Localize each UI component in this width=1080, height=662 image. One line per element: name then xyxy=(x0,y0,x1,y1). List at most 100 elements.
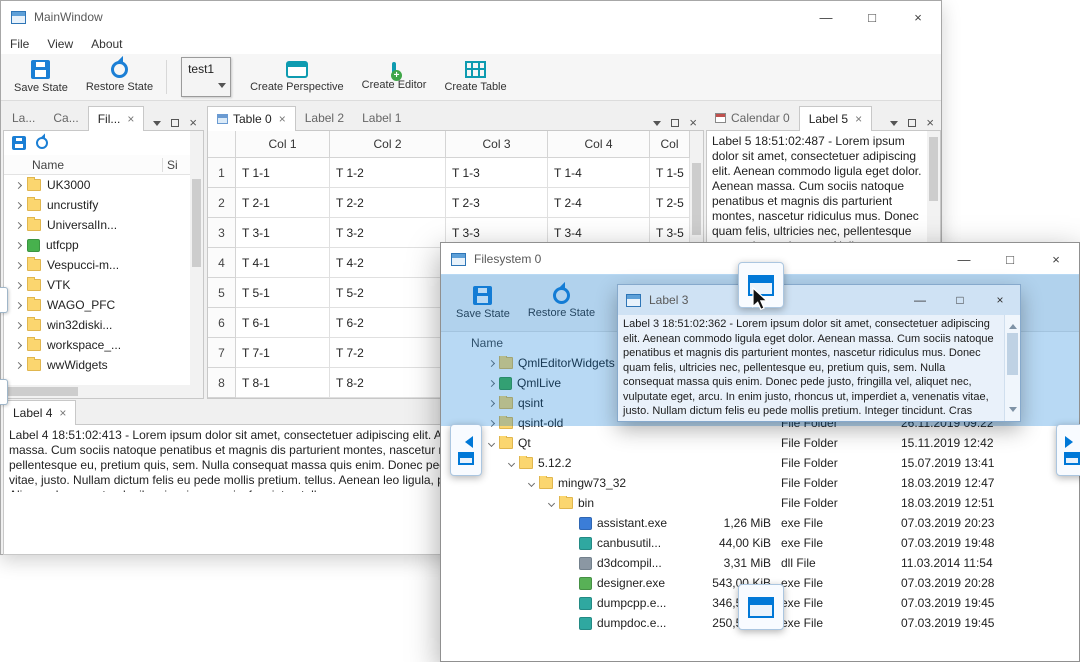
scrollbar-thumb[interactable] xyxy=(192,179,201,267)
perspective-combo[interactable]: test1 xyxy=(181,57,232,97)
table-cell[interactable]: T 8-1 xyxy=(236,368,330,398)
column-header[interactable]: Col 4 xyxy=(548,131,650,158)
row-header-cell[interactable]: 8 xyxy=(208,368,236,398)
undock-icon[interactable] xyxy=(671,118,680,127)
label3-titlebar[interactable]: Label 3 — □ × xyxy=(618,285,1020,315)
create-perspective-button[interactable]: Create Perspective xyxy=(241,55,353,99)
undock-icon[interactable] xyxy=(908,118,917,127)
expand-chevron-icon[interactable] xyxy=(547,499,556,507)
restore-state-button[interactable]: Restore State xyxy=(77,55,162,99)
save-state-button[interactable]: Save State xyxy=(5,55,77,99)
create-table-button[interactable]: Create Table xyxy=(435,55,515,99)
file-row[interactable]: d3dcompil... 3,31 MiB dll File 11.03.201… xyxy=(441,553,1079,573)
table-cell[interactable]: T 3-1 xyxy=(236,218,330,248)
horizontal-scrollbar[interactable] xyxy=(4,385,190,398)
row-header-cell[interactable]: 1 xyxy=(208,158,236,188)
tree-item[interactable]: wwWidgets xyxy=(4,355,190,375)
file-row[interactable]: canbusutil... 44,00 KiB exe File 07.03.2… xyxy=(441,533,1079,553)
table-cell[interactable]: T 2-4 xyxy=(548,188,650,218)
menu-item-about[interactable]: About xyxy=(82,37,131,51)
auto-hide-indicator[interactable] xyxy=(0,379,8,405)
scrollbar-thumb[interactable] xyxy=(1007,333,1018,375)
column-header[interactable]: Col 2 xyxy=(330,131,446,158)
tab-close-icon[interactable]: × xyxy=(279,112,286,126)
chevron-right-icon[interactable] xyxy=(14,201,23,209)
size-column-header[interactable]: Si xyxy=(162,157,190,172)
close-button[interactable]: × xyxy=(980,285,1020,315)
close-button[interactable]: × xyxy=(1033,243,1079,275)
tree-item[interactable]: WAGO_PFC xyxy=(4,295,190,315)
table-cell[interactable]: T 4-1 xyxy=(236,248,330,278)
maximize-button[interactable]: □ xyxy=(940,285,980,315)
tab-close-icon[interactable]: × xyxy=(127,112,134,126)
scrollbar-thumb[interactable] xyxy=(6,387,78,396)
tree-item[interactable]: utfcpp xyxy=(4,235,190,255)
tree-item[interactable]: workspace_... xyxy=(4,335,190,355)
tab-label1[interactable]: Label 1 xyxy=(353,106,410,130)
tab-label2[interactable]: Label 2 xyxy=(296,106,353,130)
row-header-cell[interactable]: 4 xyxy=(208,248,236,278)
table-cell[interactable]: T 8-2 xyxy=(330,368,446,398)
dock-menu-icon[interactable] xyxy=(153,120,162,130)
create-editor-button[interactable]: + Create Editor xyxy=(353,55,436,99)
chevron-right-icon[interactable] xyxy=(14,341,23,349)
dock-menu-icon[interactable] xyxy=(890,120,899,130)
row-header-cell[interactable]: 6 xyxy=(208,308,236,338)
tree-item[interactable]: UniversalIn... xyxy=(4,215,190,235)
dock-bottom-indicator[interactable] xyxy=(738,584,784,630)
dock-menu-icon[interactable] xyxy=(653,120,662,130)
table-cell[interactable]: T 3-2 xyxy=(330,218,446,248)
chevron-right-icon[interactable] xyxy=(14,221,23,229)
table-cell[interactable]: T 2-1 xyxy=(236,188,330,218)
tree-item[interactable]: win32diski... xyxy=(4,315,190,335)
table-cell[interactable]: T 1-1 xyxy=(236,158,330,188)
column-header[interactable]: Col 3 xyxy=(446,131,548,158)
table-cell[interactable]: T 1-5 xyxy=(650,158,690,188)
dock-right-indicator[interactable] xyxy=(1056,424,1080,476)
main-titlebar[interactable]: MainWindow — □ × xyxy=(1,1,941,33)
chevron-right-icon[interactable] xyxy=(14,261,23,269)
table-cell[interactable]: T 2-2 xyxy=(330,188,446,218)
close-button[interactable]: × xyxy=(895,1,941,33)
tree-item[interactable]: UK3000 xyxy=(4,175,190,195)
table-cell[interactable]: T 1-4 xyxy=(548,158,650,188)
menu-item-view[interactable]: View xyxy=(38,37,82,51)
chevron-right-icon[interactable] xyxy=(14,321,23,329)
minimize-button[interactable]: — xyxy=(941,243,987,275)
auto-hide-indicator[interactable] xyxy=(0,287,8,313)
row-header-cell[interactable]: 3 xyxy=(208,218,236,248)
restore-icon[interactable] xyxy=(36,137,48,149)
file-row[interactable]: mingw73_32 File Folder 18.03.2019 12:47 xyxy=(441,473,1079,493)
dock-left-indicator[interactable] xyxy=(450,424,482,476)
scroll-up-icon[interactable] xyxy=(1009,320,1017,329)
tab-label-dock[interactable]: La... xyxy=(3,106,44,130)
tab-filesystem-dock[interactable]: Fil... × xyxy=(87,106,145,131)
table-cell[interactable]: T 4-2 xyxy=(330,248,446,278)
file-row[interactable]: 5.12.2 File Folder 15.07.2019 13:41 xyxy=(441,453,1079,473)
tab-calendar0[interactable]: Calendar 0 xyxy=(706,106,799,130)
chevron-right-icon[interactable] xyxy=(14,281,23,289)
table-cell[interactable]: T 2-3 xyxy=(446,188,548,218)
tab-label4[interactable]: Label 4 × xyxy=(3,400,77,425)
file-row[interactable]: Qt File Folder 15.11.2019 12:42 xyxy=(441,433,1079,453)
table-cell[interactable]: T 1-2 xyxy=(330,158,446,188)
undock-icon[interactable] xyxy=(171,118,180,127)
maximize-button[interactable]: □ xyxy=(987,243,1033,275)
tab-label5[interactable]: Label 5 × xyxy=(798,106,873,131)
table-cell[interactable]: T 6-1 xyxy=(236,308,330,338)
table-cell[interactable]: T 6-2 xyxy=(330,308,446,338)
name-column-header[interactable]: Name xyxy=(4,158,162,172)
table-cell[interactable]: T 2-5 xyxy=(650,188,690,218)
scroll-down-icon[interactable] xyxy=(1009,407,1017,416)
table-cell[interactable]: T 7-2 xyxy=(330,338,446,368)
save-icon[interactable] xyxy=(12,136,26,150)
row-header-cell[interactable]: 5 xyxy=(208,278,236,308)
table-cell[interactable]: T 1-3 xyxy=(446,158,548,188)
tab-close-icon[interactable]: × xyxy=(855,112,862,126)
file-row[interactable]: assistant.exe 1,26 MiB exe File 07.03.20… xyxy=(441,513,1079,533)
chevron-right-icon[interactable] xyxy=(14,301,23,309)
column-header[interactable]: Col 1 xyxy=(236,131,330,158)
tab-calendar-dock[interactable]: Ca... xyxy=(44,106,87,130)
tree-item[interactable]: Vespucci-m... xyxy=(4,255,190,275)
expand-chevron-icon[interactable] xyxy=(507,459,516,467)
